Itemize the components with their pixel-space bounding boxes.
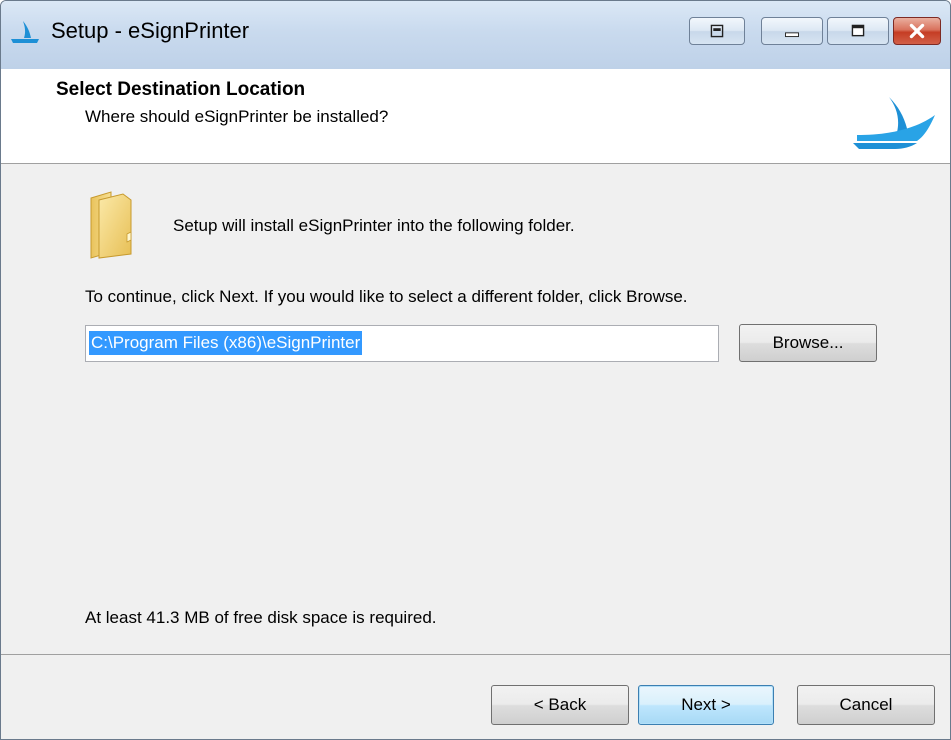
destination-path-value: C:\Program Files (x86)\eSignPrinter [89, 331, 363, 355]
close-icon [909, 23, 925, 39]
disk-space-text: At least 41.3 MB of free disk space is r… [85, 608, 437, 627]
wizard-header: Select Destination Location Where should… [1, 69, 950, 164]
wizard-content: Setup will install eSignPrinter into the… [1, 164, 950, 654]
window-title: Setup - eSignPrinter [51, 18, 250, 43]
maximize-button[interactable] [827, 17, 889, 45]
title-bar[interactable]: Setup - eSignPrinter [1, 1, 950, 69]
minimize-button[interactable] [761, 17, 823, 45]
wizard-footer: < Back Next > Cancel [1, 654, 950, 739]
instruction-text: To continue, click Next. If you would li… [85, 287, 688, 306]
page-subtitle: Where should eSignPrinter be installed? [85, 107, 389, 126]
browse-button[interactable]: Browse... [739, 324, 877, 362]
context-help-button[interactable] [689, 17, 745, 45]
setup-window: Setup - eSignPrinter Select Destination … [0, 0, 951, 740]
next-button[interactable]: Next > [638, 685, 774, 725]
back-button[interactable]: < Back [491, 685, 629, 725]
minimize-icon [785, 32, 799, 38]
esignprinter-app-icon [11, 21, 39, 43]
esignprinter-logo-icon [853, 97, 935, 149]
close-button[interactable] [893, 17, 941, 45]
cancel-button[interactable]: Cancel [797, 685, 935, 725]
page-title: Select Destination Location [56, 79, 306, 100]
context-help-icon [710, 24, 724, 38]
intro-text: Setup will install eSignPrinter into the… [173, 216, 575, 235]
destination-path-input[interactable]: C:\Program Files (x86)\eSignPrinter [85, 325, 719, 362]
folder-icon [90, 191, 132, 259]
maximize-icon [851, 24, 865, 37]
